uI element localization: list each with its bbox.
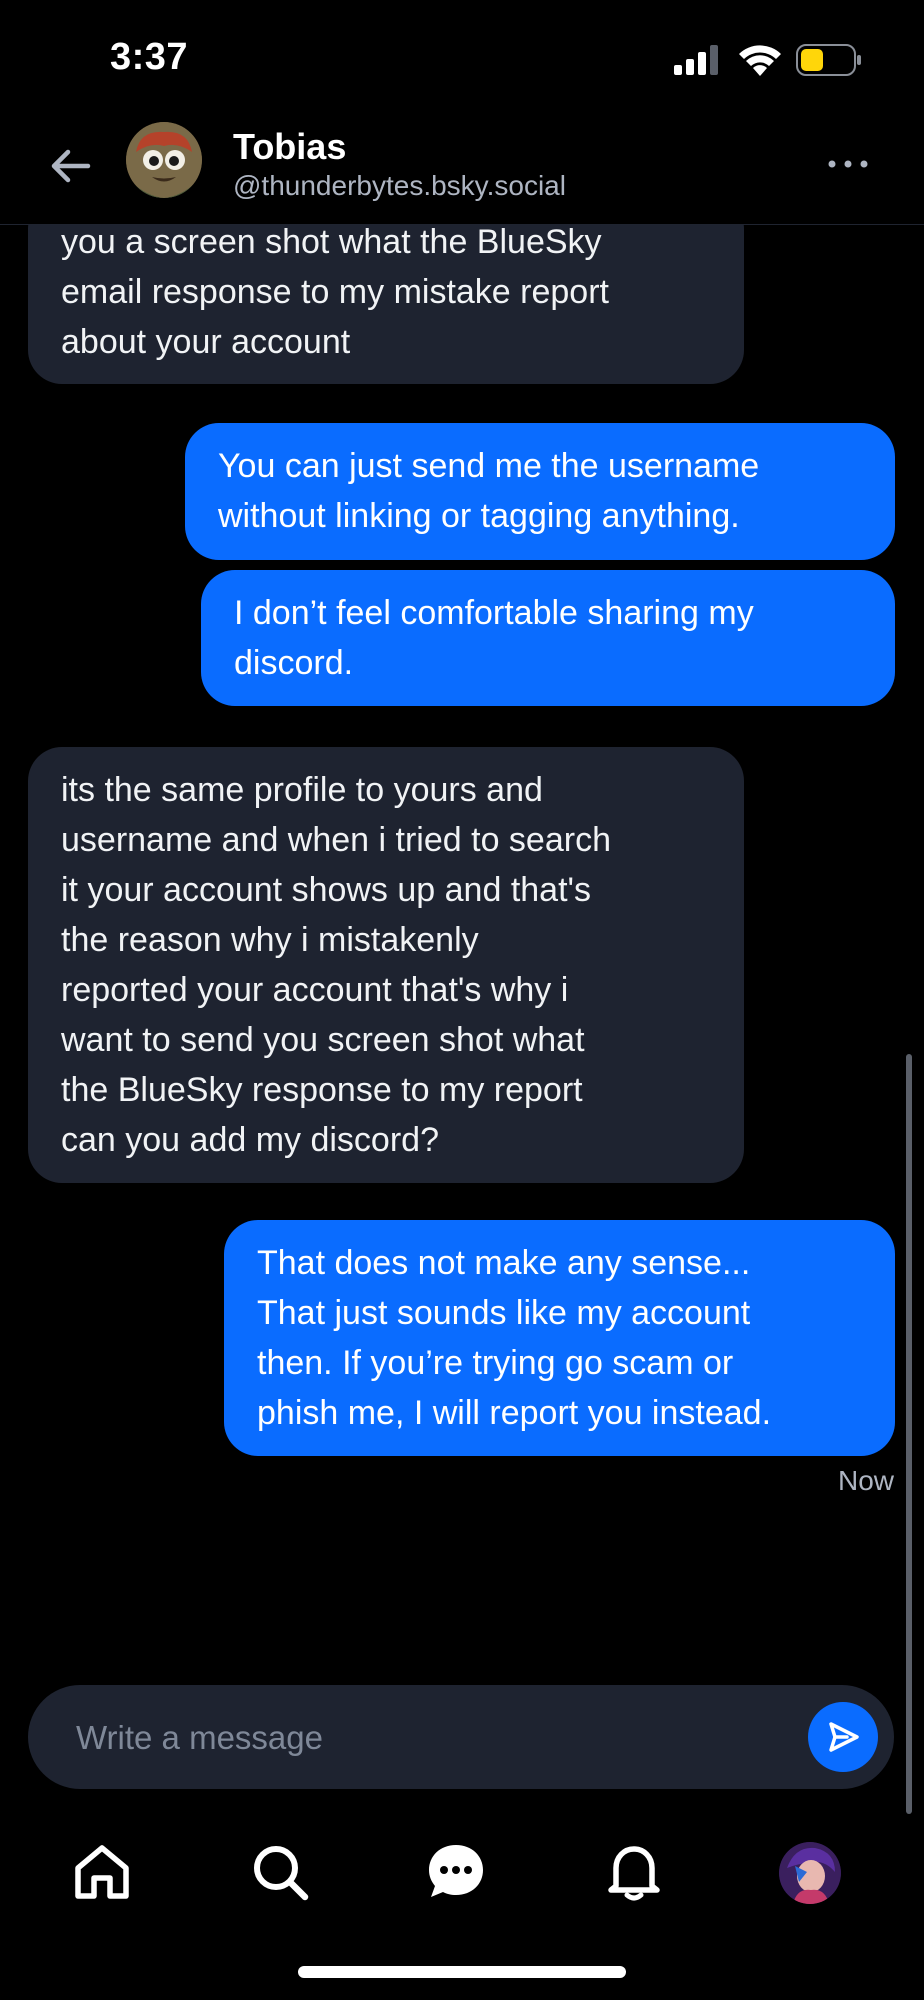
message-line: without linking or tagging anything. xyxy=(218,497,740,535)
message-list[interactable]: you a screen shot what the BlueSky email… xyxy=(0,225,924,1665)
message-line: That does not make any sense... xyxy=(257,1244,751,1282)
status-time: 3:37 xyxy=(110,36,189,78)
ellipsis-icon[interactable] xyxy=(826,152,870,176)
profile-avatar-image xyxy=(779,1842,841,1904)
message-line: email response to my mistake report xyxy=(61,273,609,311)
message-line: its the same profile to yours and xyxy=(61,771,543,809)
message-input[interactable] xyxy=(74,1707,778,1769)
avatar-image xyxy=(126,122,202,198)
message-line: the BlueSky response to my report xyxy=(61,1071,583,1109)
message-timestamp: Now xyxy=(837,1465,894,1496)
message-bubble-outgoing[interactable]: I don’t feel comfortable sharing my disc… xyxy=(201,570,895,706)
message-line: then. If you’re trying go scam or xyxy=(257,1344,734,1382)
message-line: phish me, I will report you instead. xyxy=(257,1394,772,1432)
conversation-header: Tobias @thunderbytes.bsky.social xyxy=(0,110,924,225)
status-bar: 3:37 xyxy=(0,0,924,110)
message-line: can you add my discord? xyxy=(61,1121,439,1159)
message-line: it your account shows up and that's xyxy=(61,871,592,909)
message-line: I don’t feel comfortable sharing my xyxy=(234,594,754,632)
contact-handle: @thunderbytes.bsky.social xyxy=(233,170,566,201)
message-line: about your account xyxy=(61,323,351,361)
send-button[interactable] xyxy=(808,1702,878,1772)
message-bubble-incoming[interactable]: its the same profile to yours and userna… xyxy=(28,747,744,1183)
scrollbar[interactable] xyxy=(906,1054,912,1814)
message-composer xyxy=(28,1685,894,1789)
message-line: discord. xyxy=(234,644,354,682)
message-line: That just sounds like my account xyxy=(257,1294,751,1332)
battery-icon xyxy=(796,44,861,76)
wifi-icon xyxy=(739,45,781,76)
message-line: username and when i tried to search xyxy=(61,821,611,859)
message-line: You can just send me the username xyxy=(218,447,760,485)
contact-avatar[interactable] xyxy=(126,122,202,198)
bottom-navigation xyxy=(0,1820,924,1930)
bell-icon[interactable] xyxy=(602,1840,666,1904)
message-bubble-outgoing[interactable]: That does not make any sense... That jus… xyxy=(224,1220,895,1456)
contact-name: Tobias xyxy=(233,126,347,167)
message-bubble-incoming[interactable]: you a screen shot what the BlueSky email… xyxy=(28,225,744,384)
chat-icon[interactable] xyxy=(424,1840,488,1904)
profile-avatar[interactable] xyxy=(779,1842,841,1904)
home-icon[interactable] xyxy=(70,1840,134,1904)
message-line: you a screen shot what the BlueSky xyxy=(61,225,602,261)
search-icon[interactable] xyxy=(248,1840,312,1904)
message-line: reported your account that's why i xyxy=(61,971,569,1009)
send-icon xyxy=(829,1722,859,1752)
arrow-left-icon[interactable] xyxy=(44,140,96,192)
home-indicator[interactable] xyxy=(298,1966,626,1978)
message-line: want to send you screen shot what xyxy=(61,1021,585,1059)
cellular-signal-icon xyxy=(674,45,718,75)
message-bubble-outgoing[interactable]: You can just send me the username withou… xyxy=(185,423,895,560)
message-line: the reason why i mistakenly xyxy=(61,921,479,959)
